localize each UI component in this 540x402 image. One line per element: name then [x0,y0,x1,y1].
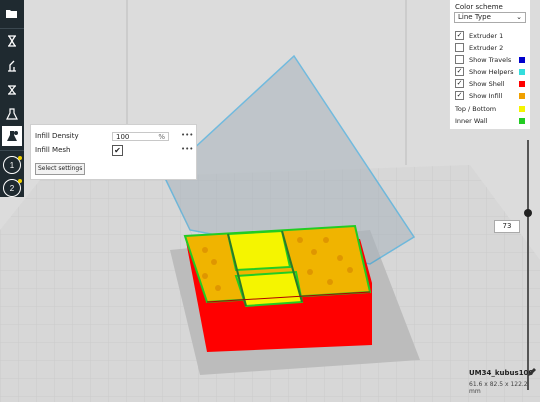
extruder-2-button[interactable]: 2 [3,179,22,197]
top-bottom-legend-label: Top / Bottom [455,105,497,113]
move-tool-icon[interactable] [2,31,22,51]
open-file-icon[interactable] [2,4,22,24]
show-travels-label: Show Travels [469,56,512,64]
show-helpers-checkbox[interactable]: ✓ [455,67,464,76]
pencil-icon[interactable] [527,367,537,377]
helpers-color-swatch [519,69,525,75]
per-model-settings-icon[interactable] [2,126,22,146]
option-show-shell[interactable]: ✓ Show Shell [455,79,527,89]
show-shell-label: Show Shell [469,80,505,88]
color-scheme-selected-value: Line Type [458,13,491,21]
option-extruder-2[interactable]: Extruder 2 [455,43,527,53]
extruder-1-status-dot [18,156,22,160]
color-scheme-panel: Color scheme Line Type ⌄ ✓ Extruder 1 Ex… [449,0,530,129]
infill-density-value: 100 [116,133,130,141]
top-skin-area [226,229,292,272]
inner-wall-color-swatch [519,118,525,124]
chevron-down-icon: ⌄ [516,13,522,21]
infill-mesh-label: Infill Mesh [35,146,71,154]
infill-color-swatch [519,93,525,99]
per-model-settings-panel: Infill Density 100 % ••• Infill Mesh ✔ •… [30,124,197,180]
layer-number-input[interactable]: 73 [494,220,520,233]
option-extruder-1[interactable]: ✓ Extruder 1 [455,31,527,41]
infill-density-label: Infill Density [35,132,79,140]
infill-density-unit: % [158,133,165,141]
top-bottom-color-swatch [519,106,525,112]
checkmark-icon: ✔ [114,146,121,155]
infill-mesh-more-icon[interactable]: ••• [181,145,193,153]
infill-density-input[interactable]: 100 % [112,132,169,141]
mirror-tool-icon[interactable] [2,104,22,124]
show-helpers-label: Show Helpers [469,68,514,76]
extruder-2-option-label: Extruder 2 [469,44,504,52]
extruder-1-button[interactable]: 1 [3,156,22,174]
extruder-2-checkbox[interactable] [455,43,464,52]
scale-tool-icon[interactable] [2,56,22,76]
show-travels-checkbox[interactable] [455,55,464,64]
legend-inner-wall: Inner Wall [455,116,527,126]
model-name: UM34_kubus100 [469,369,534,377]
color-scheme-title: Color scheme [455,3,503,11]
extruder-1-option-label: Extruder 1 [469,32,504,40]
color-scheme-select[interactable]: Line Type ⌄ [454,12,526,23]
extruder-2-label: 2 [9,183,15,193]
inner-wall-legend-label: Inner Wall [455,117,488,125]
show-infill-checkbox[interactable]: ✓ [455,91,464,100]
show-shell-checkbox[interactable]: ✓ [455,79,464,88]
infill-mesh-checkbox[interactable]: ✔ [112,145,123,156]
option-show-travels[interactable]: Show Travels [455,55,527,65]
legend-top-bottom: Top / Bottom [455,104,527,114]
extruder-1-checkbox[interactable]: ✓ [455,31,464,40]
travels-color-swatch [519,57,525,63]
sliced-model[interactable] [183,224,372,352]
infill-density-more-icon[interactable]: ••• [181,131,193,139]
rotate-tool-icon[interactable] [2,80,22,100]
layer-slider-track[interactable] [527,140,529,390]
toolbar-divider [0,150,24,151]
left-toolbar: 1 2 [0,0,24,197]
option-show-helpers[interactable]: ✓ Show Helpers [455,67,527,77]
option-show-infill[interactable]: ✓ Show Infill [455,91,527,101]
shell-color-swatch [519,81,525,87]
toolbar-divider [0,28,24,29]
extruder-2-status-dot [18,179,22,183]
select-settings-button[interactable]: Select settings [35,163,86,175]
extruder-1-label: 1 [9,160,15,170]
layer-slider-handle[interactable] [524,209,532,217]
model-dimensions: 61.6 x 82.5 x 122.2 mm [469,381,528,395]
show-infill-label: Show Infill [469,92,503,100]
